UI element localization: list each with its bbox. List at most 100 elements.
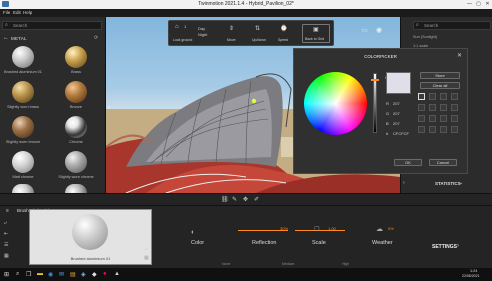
material-sphere[interactable] bbox=[12, 46, 34, 68]
store-icon[interactable]: ◈ bbox=[81, 271, 86, 278]
night-toggle[interactable]: Night bbox=[198, 32, 207, 37]
toolbar-label: Lock ground bbox=[173, 38, 193, 42]
menu-file[interactable]: File bbox=[3, 10, 10, 15]
material-sphere[interactable] bbox=[65, 81, 87, 103]
display-icon[interactable]: ▭ bbox=[362, 27, 368, 34]
r-value[interactable]: 207 bbox=[393, 101, 400, 106]
swatch[interactable] bbox=[418, 93, 425, 100]
material-sphere[interactable] bbox=[65, 46, 87, 68]
close-button[interactable]: ✕ bbox=[483, 1, 492, 7]
window-title: Twinmotion 2021.1.4 - Hybrid_Pavilion_02… bbox=[198, 1, 294, 7]
grid-small-icon[interactable]: ▦ bbox=[144, 255, 149, 261]
swatch[interactable] bbox=[418, 126, 425, 133]
b-value[interactable]: 207 bbox=[393, 121, 400, 126]
eye-icon[interactable]: ◉ bbox=[376, 26, 382, 34]
material-label: Brass bbox=[71, 70, 81, 74]
swatch[interactable] bbox=[451, 93, 458, 100]
swatch[interactable] bbox=[440, 126, 447, 133]
check-icon[interactable]: ✓ bbox=[144, 246, 149, 253]
twinmotion-icon[interactable]: ▲ bbox=[114, 271, 120, 277]
back-to-grid-button[interactable]: ▣ Back to Grid bbox=[302, 24, 330, 43]
swatch[interactable] bbox=[429, 93, 436, 100]
link-icon[interactable]: ⛓ bbox=[221, 196, 229, 203]
align-tool-icon[interactable]: ⇤ bbox=[4, 229, 14, 240]
store-button[interactable]: Store bbox=[420, 72, 460, 79]
ok-button[interactable]: OK bbox=[394, 159, 422, 166]
speed-icon[interactable]: ⌚ bbox=[280, 25, 287, 32]
windows-start-icon[interactable]: ⊞ bbox=[4, 271, 9, 278]
statistics-label[interactable]: STATISTICS bbox=[435, 181, 461, 186]
maximize-button[interactable]: ▢ bbox=[474, 1, 483, 7]
material-sphere[interactable] bbox=[12, 184, 34, 193]
material-label: Chrome bbox=[69, 140, 83, 144]
taskbar: ⊞ ⌕ ❐ ▬ ◉ ✉ ▤ ◈ ◆ ● ▲ 1:24 22/08/2021 bbox=[0, 268, 492, 281]
scale-property[interactable]: ▢ 1.00 Scale bbox=[310, 226, 360, 251]
minimize-button[interactable]: — bbox=[465, 1, 474, 7]
reflection-property[interactable]: 30% Reflection bbox=[250, 226, 310, 251]
task-view-icon[interactable]: ❐ bbox=[26, 271, 31, 278]
app-icon[interactable]: ● bbox=[103, 271, 107, 277]
swatch[interactable] bbox=[418, 104, 425, 111]
material-sphere[interactable] bbox=[65, 184, 87, 193]
expand-icon[interactable]: › bbox=[403, 180, 405, 186]
menu-edit[interactable]: Edit bbox=[13, 10, 21, 15]
day-toggle[interactable]: Day bbox=[198, 26, 205, 31]
swatch[interactable] bbox=[451, 126, 458, 133]
swatch[interactable] bbox=[440, 115, 447, 122]
updown-icon[interactable]: ⇅ bbox=[255, 25, 260, 32]
color-wheel[interactable] bbox=[304, 72, 367, 135]
pencil-icon[interactable]: ✐ bbox=[254, 196, 259, 203]
material-preview[interactable]: Brushed aluminium 01 bbox=[29, 209, 152, 265]
material-sphere[interactable] bbox=[65, 151, 87, 173]
swatch[interactable] bbox=[440, 93, 447, 100]
mail-icon[interactable]: ✉ bbox=[59, 271, 64, 278]
swatch[interactable] bbox=[429, 126, 436, 133]
swatch[interactable] bbox=[429, 115, 436, 122]
material-sphere[interactable] bbox=[12, 116, 34, 138]
chevron-down-icon[interactable]: ⌄ bbox=[459, 180, 463, 186]
hex-value[interactable]: CFCFCF bbox=[393, 131, 409, 136]
scene-search[interactable]: ⌕ Search bbox=[413, 21, 491, 30]
grid-tool-icon[interactable]: ▦ bbox=[4, 251, 14, 262]
move-tool-icon[interactable]: ✥ bbox=[243, 196, 248, 203]
weather-property[interactable]: ☁ 0% Weather bbox=[370, 226, 420, 251]
eyedropper-icon[interactable]: ✎ bbox=[232, 196, 237, 203]
library-panel: ⌕ Search ← METAL ⟳ Brushed aluminium 01 … bbox=[0, 17, 106, 193]
menu-bar: File Edit Help bbox=[0, 9, 492, 17]
refresh-icon[interactable]: ⟳ bbox=[94, 35, 98, 41]
brightness-slider[interactable] bbox=[373, 73, 377, 133]
g-value[interactable]: 207 bbox=[393, 111, 400, 116]
menu-help[interactable]: Help bbox=[23, 10, 32, 15]
material-sphere[interactable] bbox=[12, 81, 34, 103]
close-icon[interactable]: ✕ bbox=[457, 52, 462, 59]
preview-sphere bbox=[72, 214, 108, 250]
chevron-right-icon[interactable]: › bbox=[457, 243, 459, 249]
cloud-icon: ☁ bbox=[376, 226, 383, 233]
swatch[interactable] bbox=[418, 115, 425, 122]
search-icon[interactable]: ⌕ bbox=[16, 271, 19, 278]
arrow-tool-icon[interactable]: ⤶ bbox=[4, 218, 14, 229]
browser-icon[interactable]: ◉ bbox=[48, 271, 53, 278]
cancel-button[interactable]: Cancel bbox=[429, 159, 457, 166]
app-icon[interactable]: ◆ bbox=[92, 271, 97, 278]
color-property[interactable]: ◐ Color bbox=[185, 229, 245, 251]
swatch[interactable] bbox=[429, 104, 436, 111]
swatch[interactable] bbox=[451, 115, 458, 122]
list-tool-icon[interactable]: ☰ bbox=[4, 240, 14, 251]
brightness-handle[interactable] bbox=[371, 79, 379, 81]
material-sphere[interactable] bbox=[65, 116, 87, 138]
folder-icon[interactable]: ▤ bbox=[70, 271, 76, 278]
library-search[interactable]: ⌕ Search bbox=[2, 21, 102, 30]
menu-icon[interactable]: ≡ bbox=[6, 208, 9, 214]
scene-row[interactable]: Sun (Sunlight) bbox=[413, 33, 491, 42]
file-explorer-icon[interactable]: ▬ bbox=[37, 271, 43, 277]
clear-all-button[interactable]: Clear all bbox=[420, 82, 460, 89]
material-sphere[interactable] bbox=[12, 151, 34, 173]
move-icon[interactable]: ⇕ bbox=[229, 25, 234, 32]
swatch[interactable] bbox=[440, 104, 447, 111]
swatch[interactable] bbox=[451, 104, 458, 111]
back-arrow-icon[interactable]: ← bbox=[3, 35, 9, 41]
settings-button[interactable]: SETTINGS bbox=[432, 244, 457, 250]
collapse-left-icon[interactable]: ‹ bbox=[108, 105, 110, 111]
swatch-grid bbox=[418, 93, 462, 141]
